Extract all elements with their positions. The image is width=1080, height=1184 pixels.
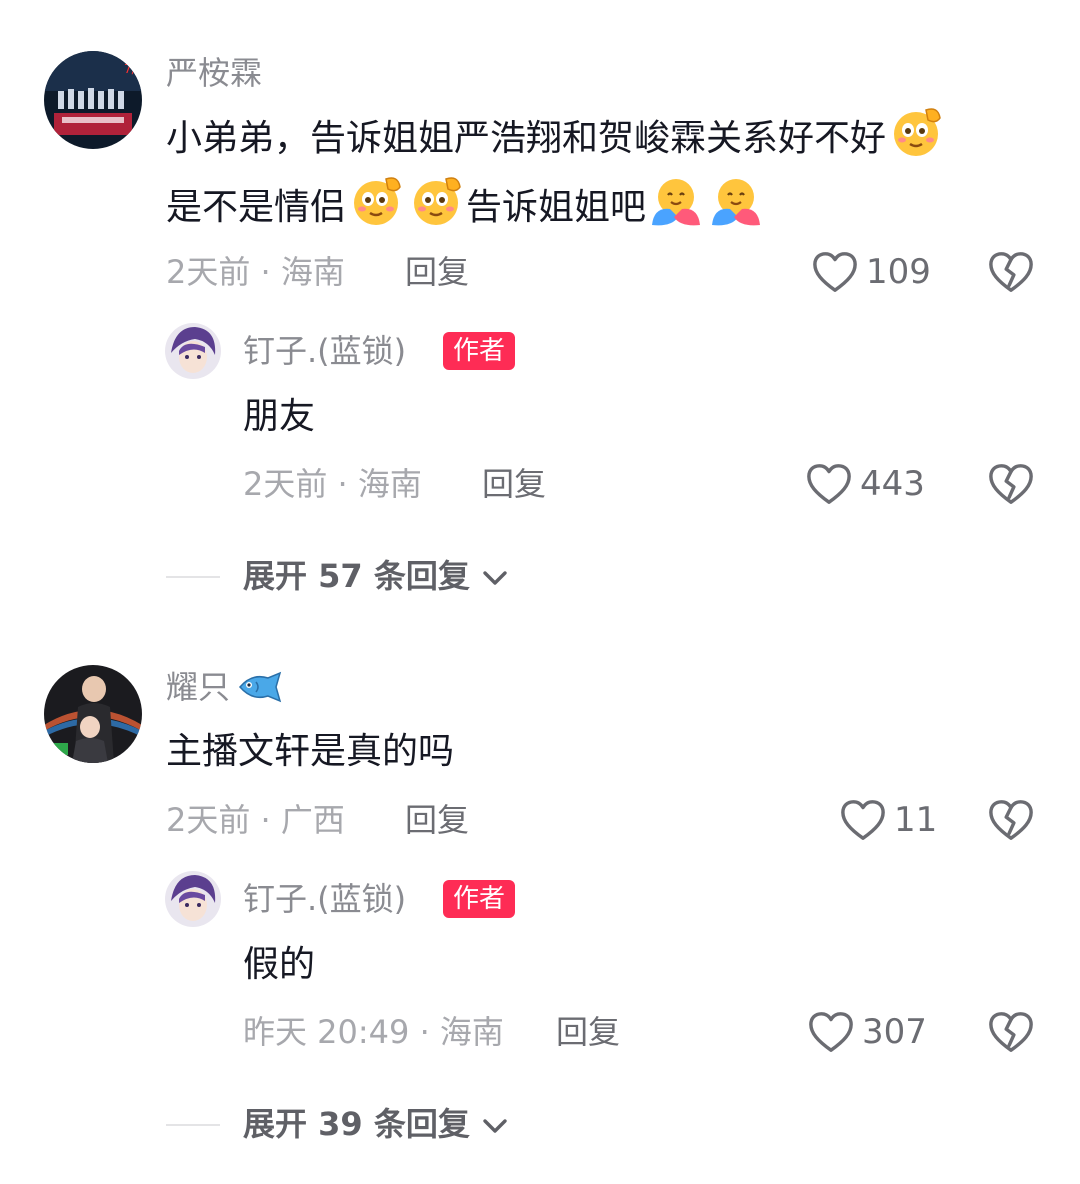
reply-button[interactable]: 回复 [405, 800, 469, 840]
broken-heart-icon[interactable] [988, 1010, 1034, 1054]
like-count: 109 [866, 252, 931, 292]
comment-text-part: 告诉姐姐吧 [466, 187, 647, 228]
reply-meta: 2天前 · 海南 [243, 465, 422, 503]
reply-text: 假的 [243, 944, 316, 985]
salute-face-emoji-icon [348, 173, 404, 229]
chevron-down-icon [483, 1119, 507, 1133]
comment-text-part: 是不是情侣 [166, 187, 347, 228]
reply-avatar[interactable] [165, 871, 221, 927]
author-badge: 作者 [443, 880, 516, 918]
hugging-face-emoji-icon [708, 173, 764, 229]
reply-button[interactable]: 回复 [482, 464, 546, 504]
svg-text:7/: 7/ [124, 62, 137, 76]
comment-text-part: 小弟弟，告诉姐姐严浩翔和贺峻霖关系好不好 [166, 118, 887, 159]
expand-replies-button[interactable]: 展开 57 条回复 [243, 556, 509, 596]
comment-username[interactable]: 严桉霖 [166, 53, 262, 93]
comment-meta: 2天前 · 海南 [166, 253, 345, 291]
heart-outline-icon[interactable] [840, 798, 886, 842]
reply-username[interactable]: 钉子.(蓝锁) [243, 331, 406, 371]
comment-text: 小弟弟，告诉姐姐严浩翔和贺峻霖关系好不好 是不是情侣 告诉姐姐吧 [166, 104, 1046, 242]
hugging-face-emoji-icon [648, 173, 704, 229]
heart-outline-icon[interactable] [808, 1010, 854, 1054]
broken-heart-icon[interactable] [988, 798, 1034, 842]
expand-divider [166, 1124, 220, 1126]
comment-text: 主播文轩是真的吗 [166, 731, 455, 772]
avatar-image [44, 665, 142, 763]
salute-face-emoji-icon [408, 173, 464, 229]
expand-replies-button[interactable]: 展开 39 条回复 [243, 1104, 509, 1144]
fish-emoji-icon [239, 671, 282, 703]
like-count: 443 [860, 464, 925, 504]
heart-outline-icon[interactable] [806, 462, 852, 506]
avatar[interactable]: 7/ [44, 51, 142, 149]
expand-label: 展开 57 条回复 [243, 557, 470, 595]
salute-face-emoji-icon [888, 104, 944, 160]
chevron-down-icon [483, 571, 507, 585]
like-count: 307 [862, 1012, 927, 1052]
avatar-image [165, 323, 221, 379]
heart-outline-icon[interactable] [812, 250, 858, 294]
reply-username[interactable]: 钉子.(蓝锁) [243, 879, 406, 919]
broken-heart-icon[interactable] [988, 462, 1034, 506]
avatar-image: 7/ [44, 51, 142, 149]
reply-meta: 昨天 20:49 · 海南 [243, 1013, 504, 1051]
like-count: 11 [894, 800, 938, 840]
avatar-image [165, 871, 221, 927]
comment-username-row: 耀只 [166, 667, 284, 707]
reply-button[interactable]: 回复 [556, 1012, 620, 1052]
reply-button[interactable]: 回复 [405, 252, 469, 292]
avatar[interactable] [44, 665, 142, 763]
reply-avatar[interactable] [165, 323, 221, 379]
expand-divider [166, 576, 220, 578]
comment-meta: 2天前 · 广西 [166, 801, 345, 839]
expand-label: 展开 39 条回复 [243, 1105, 470, 1143]
broken-heart-icon[interactable] [988, 250, 1034, 294]
comment-username[interactable]: 耀只 [166, 667, 230, 707]
reply-text: 朋友 [243, 396, 316, 437]
author-badge: 作者 [443, 332, 516, 370]
